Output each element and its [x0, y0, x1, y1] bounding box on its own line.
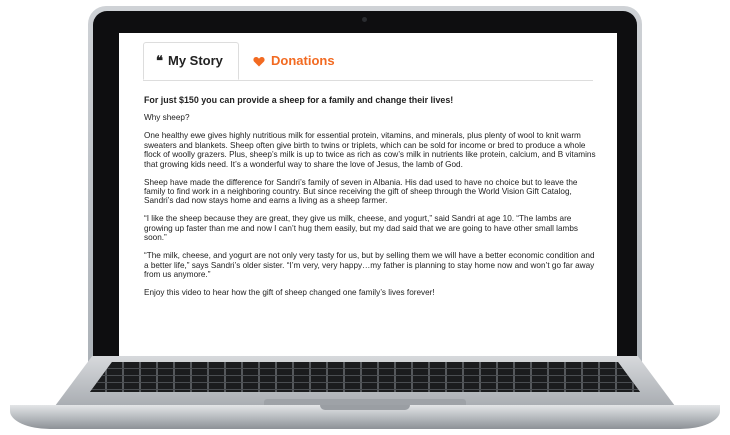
laptop-device: ❝ My Story Donations For just $150 you c… [0, 0, 730, 435]
tab-my-story-label: My Story [168, 53, 223, 68]
story-paragraph-4: “The milk, cheese, and yogurt are not on… [144, 251, 595, 280]
story-question: Why sheep? [144, 113, 190, 123]
story-paragraph-1: One healthy ewe gives highly nutritious … [144, 131, 596, 169]
tab-my-story[interactable]: ❝ My Story [143, 42, 239, 80]
tab-donations-label: Donations [271, 53, 335, 68]
quote-icon: ❝ [156, 53, 163, 68]
lid-open-notch [320, 405, 410, 410]
story-paragraph-2: Sheep have made the difference for Sandr… [144, 177, 578, 206]
keyboard-rows [90, 362, 640, 392]
story-paragraph-5: Enjoy this video to hear how the gift of… [144, 288, 435, 298]
tab-bar: ❝ My Story Donations [143, 42, 593, 81]
webcam-icon [362, 17, 367, 22]
tab-donations[interactable]: Donations [241, 42, 361, 80]
story-paragraph-3: “I like the sheep because they are great… [144, 214, 579, 243]
story-content: For just $150 you can provide a sheep fo… [144, 95, 596, 306]
browser-screen: ❝ My Story Donations For just $150 you c… [119, 33, 617, 356]
story-headline: For just $150 you can provide a sheep fo… [144, 95, 454, 105]
heart-icon [253, 56, 265, 66]
